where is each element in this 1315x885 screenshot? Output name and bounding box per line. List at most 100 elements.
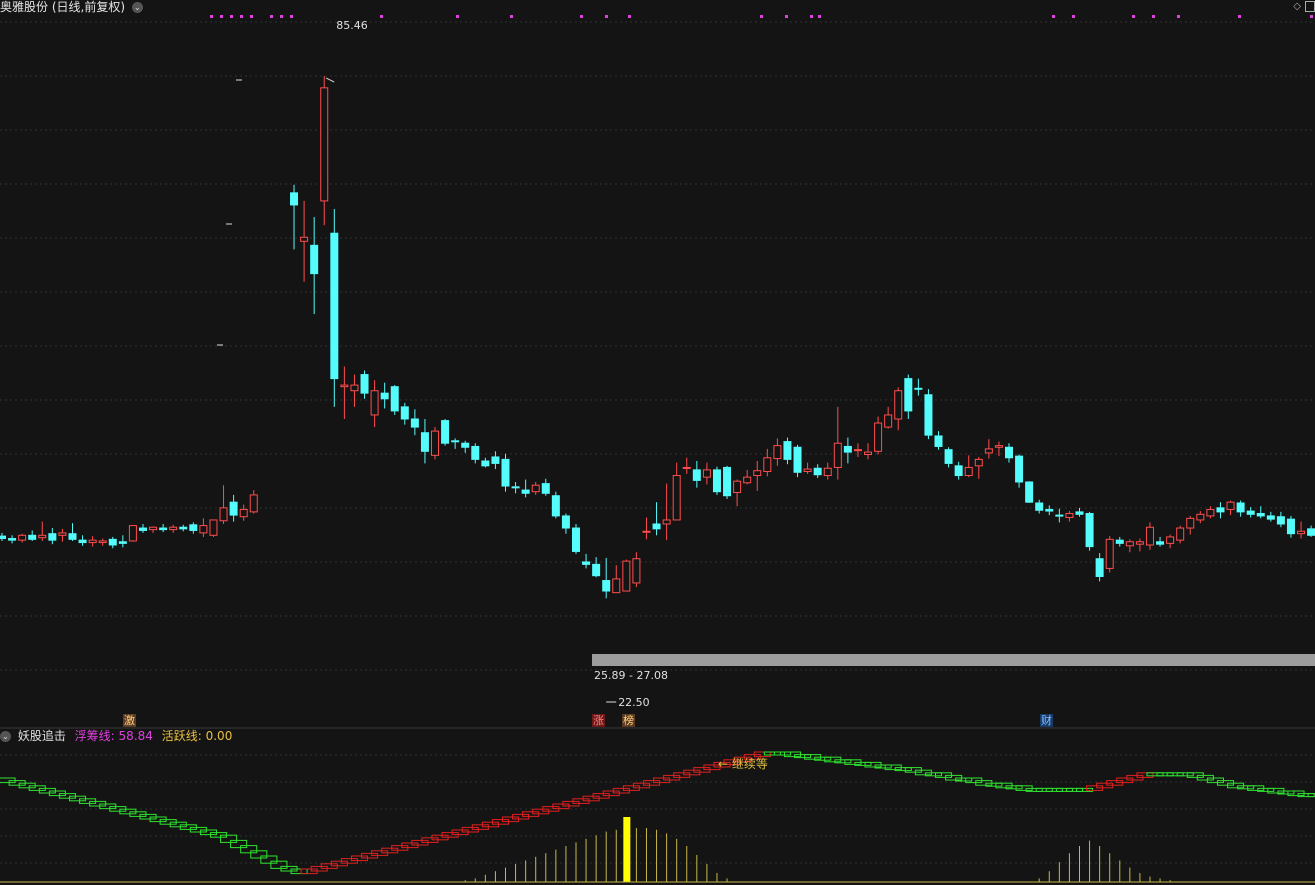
candle-down [723, 466, 732, 497]
candle-down [461, 442, 470, 448]
chevron-down-icon[interactable]: ⌄ [0, 731, 11, 742]
candle-up [249, 494, 258, 513]
indicator-name: 妖股追击 [17, 729, 66, 743]
candle-down [481, 460, 490, 467]
candle-up [864, 451, 873, 456]
candle-down [1236, 502, 1245, 513]
chart-header: 奥雅股份 (日线,前复权) ⌄ [0, 0, 143, 14]
tag-cai[interactable]: 财 [1040, 714, 1053, 727]
candle-down [441, 420, 450, 444]
candle-down [954, 465, 963, 477]
candle-up [88, 539, 97, 544]
candle-down [420, 432, 429, 452]
candle-down [1045, 508, 1054, 512]
signal-dot [1072, 15, 1075, 18]
signal-dot [605, 15, 608, 18]
candle-down [491, 456, 500, 464]
candle-up [853, 449, 862, 452]
line1-label: 浮筹线: [74, 729, 115, 743]
candle-up [18, 534, 27, 541]
stock-name: 奥雅股份 [0, 0, 49, 14]
signal-dot [818, 15, 821, 18]
candle-down [330, 232, 339, 380]
signal-dot [1238, 15, 1241, 18]
candle-down [78, 539, 87, 544]
chevron-down-icon[interactable]: ⌄ [131, 2, 143, 13]
candle-down [571, 527, 580, 552]
candle-up [239, 508, 248, 518]
candle-up [1135, 541, 1144, 545]
candle-down [511, 486, 520, 489]
diamond-icon[interactable]: ◇ [1293, 1, 1301, 12]
candle-down [471, 445, 480, 460]
candle-down [904, 378, 913, 412]
candle-down [592, 563, 601, 577]
candle-down [561, 515, 570, 529]
period-label: (日线,前复权) [51, 0, 126, 14]
tag-ji[interactable]: 激 [123, 714, 136, 727]
candle-up [1196, 513, 1205, 521]
signal-dot [810, 15, 813, 18]
candle-down [692, 469, 701, 481]
signal-dot [210, 15, 213, 18]
window-icon[interactable] [1305, 1, 1315, 12]
candle-up [1226, 501, 1235, 510]
candle-down [290, 192, 299, 206]
signal-dot [1177, 15, 1180, 18]
price-range-band [592, 654, 1315, 666]
candle-up [199, 525, 208, 534]
candle-down [944, 449, 953, 464]
candle-down [410, 418, 419, 428]
candle-down [1025, 481, 1034, 503]
candle-down [783, 441, 792, 460]
tag-bang[interactable]: 榜 [622, 714, 635, 727]
signal-dot [270, 15, 273, 18]
candle-down [451, 440, 460, 443]
candle-up [642, 530, 651, 533]
candlestick-chart[interactable]: 85.46 22.50 25.89 - 27.08 ← 继续等 [0, 0, 1315, 885]
candles-layer [0, 76, 1315, 599]
candle-up [1145, 526, 1154, 546]
signal-dot [1152, 15, 1155, 18]
indicator-step [240, 845, 258, 854]
candle-down [1307, 528, 1315, 536]
candle-up [58, 532, 67, 536]
candle-up [320, 87, 329, 202]
candle-up [994, 445, 1003, 448]
candle-up [531, 484, 540, 493]
signal-dot [250, 15, 253, 18]
candle-up [682, 466, 691, 469]
candle-up [833, 442, 842, 468]
candle-down [48, 533, 57, 541]
signal-dot [628, 15, 631, 18]
candle-down [310, 244, 319, 275]
indicator-step [250, 850, 268, 859]
candle-down [813, 467, 822, 476]
candle-up [803, 468, 812, 472]
candle-up [1166, 536, 1175, 544]
candle-up [38, 534, 47, 539]
high-pointer [326, 77, 335, 83]
candle-down [924, 394, 933, 436]
candle-down [360, 374, 369, 394]
range-label: 25.89 - 27.08 [594, 669, 668, 682]
signal-dot [785, 15, 788, 18]
candle-up [823, 467, 832, 477]
candle-down [159, 527, 168, 531]
indicator-header: ⌄ 妖股追击 浮筹线: 58.84 活跃线: 0.00 [0, 729, 232, 743]
candle-down [380, 392, 389, 400]
candle-down [1015, 455, 1024, 483]
candle-down [1005, 446, 1013, 459]
tag-zhang[interactable]: 涨 [592, 714, 605, 727]
high-label: 85.46 [336, 19, 368, 32]
candle-down [1246, 510, 1255, 515]
candle-up [662, 519, 671, 525]
candle-down [1095, 558, 1104, 577]
signal-dot [1310, 15, 1313, 18]
candle-down [551, 495, 560, 517]
candle-up [632, 558, 641, 584]
candle-up [874, 422, 883, 452]
candle-up [1105, 538, 1114, 569]
candle-up [733, 480, 742, 493]
candle-up [974, 458, 983, 467]
